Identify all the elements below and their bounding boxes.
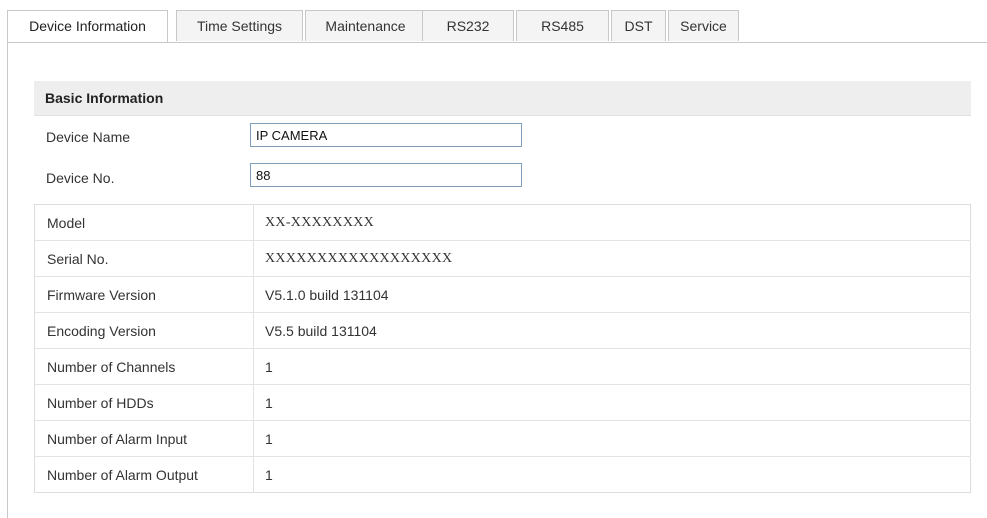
device-name-input[interactable] bbox=[250, 123, 522, 147]
model-label: Model bbox=[34, 204, 254, 241]
serial-no-value: XXXXXXXXXXXXXXXXXX bbox=[253, 240, 971, 277]
content-border bbox=[7, 42, 8, 518]
tab-maintenance[interactable]: Maintenance bbox=[305, 10, 426, 41]
table-row: Number of Channels 1 bbox=[34, 348, 971, 385]
model-value: XX-XXXXXXXX bbox=[253, 204, 971, 241]
tab-dst[interactable]: DST bbox=[611, 10, 666, 41]
tab-time-settings[interactable]: Time Settings bbox=[176, 10, 303, 41]
device-settings-page: Device Information Time Settings Mainten… bbox=[0, 0, 987, 518]
number-of-channels-label: Number of Channels bbox=[34, 348, 254, 385]
table-row: Number of HDDs 1 bbox=[34, 384, 971, 421]
number-of-alarm-input-value: 1 bbox=[253, 420, 971, 457]
table-row: Model XX-XXXXXXXX bbox=[34, 204, 971, 241]
table-row: Number of Alarm Input 1 bbox=[34, 420, 971, 457]
number-of-alarm-input-label: Number of Alarm Input bbox=[34, 420, 254, 457]
number-of-alarm-output-label: Number of Alarm Output bbox=[34, 456, 254, 493]
firmware-version-value: V5.1.0 build 131104 bbox=[253, 276, 971, 313]
tab-bar: Device Information Time Settings Mainten… bbox=[7, 10, 987, 43]
serial-no-label: Serial No. bbox=[34, 240, 254, 277]
number-of-channels-value: 1 bbox=[253, 348, 971, 385]
device-no-input[interactable] bbox=[250, 163, 522, 187]
tab-rs485[interactable]: RS485 bbox=[516, 10, 609, 41]
table-row: Number of Alarm Output 1 bbox=[34, 456, 971, 493]
tab-rs232[interactable]: RS232 bbox=[422, 10, 514, 41]
tab-device-information[interactable]: Device Information bbox=[7, 10, 168, 42]
device-name-label: Device Name bbox=[46, 129, 131, 145]
tab-service[interactable]: Service bbox=[668, 10, 739, 41]
section-header-basic-information: Basic Information bbox=[34, 81, 971, 116]
device-info-table: Model XX-XXXXXXXX Serial No. XXXXXXXXXXX… bbox=[34, 204, 971, 493]
encoding-version-value: V5.5 build 131104 bbox=[253, 312, 971, 349]
table-row: Encoding Version V5.5 build 131104 bbox=[34, 312, 971, 349]
table-row: Firmware Version V5.1.0 build 131104 bbox=[34, 276, 971, 313]
table-row: Serial No. XXXXXXXXXXXXXXXXXX bbox=[34, 240, 971, 277]
encoding-version-label: Encoding Version bbox=[34, 312, 254, 349]
number-of-hdds-label: Number of HDDs bbox=[34, 384, 254, 421]
number-of-alarm-output-value: 1 bbox=[265, 466, 273, 483]
firmware-version-label: Firmware Version bbox=[34, 276, 254, 313]
number-of-hdds-value: 1 bbox=[253, 384, 971, 421]
device-no-label: Device No. bbox=[46, 170, 115, 186]
